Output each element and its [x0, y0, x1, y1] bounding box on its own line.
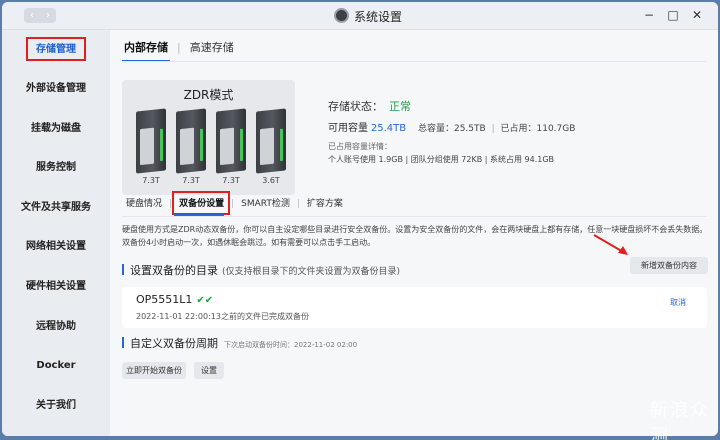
used-detail-label: 已占用容量详情： — [328, 142, 392, 151]
disk-size-label: 7.3T — [182, 176, 200, 185]
subtab-disk-status[interactable]: 硬盘情况 — [122, 194, 166, 214]
next-backup-time: 下次启动双备份时间：2022-11-02 02:00 — [224, 341, 358, 349]
settings-app-icon — [334, 8, 349, 23]
sidebar-item-docker[interactable]: Docker — [2, 355, 110, 377]
disk-icon — [216, 106, 246, 174]
nav-buttons: ‹ › — [24, 8, 56, 23]
close-icon[interactable]: ✕ — [690, 7, 704, 23]
sidebar-item-external-devices[interactable]: 外部设备管理 — [2, 78, 110, 100]
sidebar-item-remote-assist[interactable]: 远程协助 — [2, 316, 110, 338]
subtab-divider-line — [122, 216, 707, 217]
backup-dir-name: OP5551L1 — [136, 293, 193, 306]
schedule-title: 自定义双备份周期 — [130, 337, 218, 350]
backup-dir-name-row: OP5551L1 ✔✔ — [136, 293, 213, 306]
title-bar: ‹ › 系统设置 − □ ✕ — [2, 2, 718, 30]
sidebar-item-hardware[interactable]: 硬件相关设置 — [2, 276, 110, 298]
forward-arrow-icon[interactable]: › — [40, 8, 56, 23]
disk-size-label: 7.3T — [222, 176, 240, 185]
red-arrow-icon — [593, 234, 628, 255]
available-capacity-label: 可用容量 — [328, 123, 368, 134]
schedule-settings-button[interactable]: 设置 — [194, 362, 224, 379]
disk-icon — [136, 106, 166, 174]
storage-status-row: 存储状态： 正常 — [328, 98, 411, 114]
sidebar-item-services[interactable]: 服务控制 — [2, 157, 110, 179]
backup-dir-status: 2022-11-01 22:00:13之前的文件已完成双备份 — [136, 312, 309, 321]
storage-status-label: 存储状态： — [328, 100, 383, 113]
back-arrow-icon[interactable]: ‹ — [24, 8, 40, 23]
disk-panel: ZDR模式 7.3T 7.3T 7.3T 3.6T — [122, 80, 295, 195]
capacity-row: 可用容量 25.4TB 总容量：25.5TB | 已占用：110.7GB — [328, 123, 576, 134]
main-content: 内部存储 | 高速存储 ZDR模式 7.3T 7.3T 7.3T 3.6T 存储… — [110, 30, 718, 436]
minimize-icon[interactable]: − — [642, 7, 656, 23]
disk-icon — [176, 106, 206, 174]
highlight-box — [26, 37, 86, 61]
available-capacity-value: 25.4TB — [370, 123, 407, 134]
tab-divider: | — [177, 41, 181, 54]
sidebar-item-mount-disk[interactable]: 挂载为磁盘 — [2, 118, 110, 140]
active-subtab-indicator — [174, 214, 224, 216]
total-capacity: 总容量：25.5TB — [417, 124, 486, 134]
watermark: 新浪众测 — [650, 400, 710, 440]
tab-divider-line — [122, 61, 707, 62]
tab-high-speed-storage[interactable]: 高速存储 — [188, 40, 236, 62]
cancel-backup-link[interactable]: 取消 — [670, 297, 686, 308]
used-detail-value: 个人账号使用 1.9GB | 团队分组使用 72KB | 系统占用 94.1GB — [328, 155, 555, 164]
backup-dirs-title: 设置双备份的目录 — [130, 264, 218, 277]
backup-dirs-hint: (仅支持根目录下的文件夹设置为双备份目录) — [222, 267, 401, 277]
highlight-box — [172, 191, 230, 215]
add-backup-button[interactable]: 新增双备份内容 — [630, 257, 708, 274]
storage-tabs: 内部存储 | 高速存储 — [122, 40, 236, 62]
disk-size-label: 7.3T — [142, 176, 160, 185]
subtab-expansion[interactable]: 扩容方案 — [303, 194, 347, 214]
storage-mode-label: ZDR模式 — [183, 88, 234, 102]
backup-dirs-header: 设置双备份的目录 (仅支持根目录下的文件夹设置为双备份目录) — [122, 262, 400, 278]
backup-dir-item: OP5551L1 ✔✔ 2022-11-01 22:00:13之前的文件已完成双备… — [122, 287, 707, 328]
disk-size-label: 3.6T — [262, 176, 280, 185]
sidebar-item-about[interactable]: 关于我们 — [2, 395, 110, 417]
storage-subtabs: 硬盘情况 | 双备份设置 | SMART检测 | 扩容方案 — [122, 194, 347, 214]
disk-icon — [256, 106, 286, 174]
used-capacity: 已占用：110.7GB — [500, 124, 576, 134]
sidebar: 存储管理 外部设备管理 挂载为磁盘 服务控制 文件及共享服务 网络相关设置 硬件… — [2, 30, 110, 436]
settings-window: ‹ › 系统设置 − □ ✕ 存储管理 外部设备管理 挂载为磁盘 服务控制 文件… — [2, 2, 718, 436]
subtab-smart-check[interactable]: SMART检测 — [237, 194, 294, 214]
sidebar-item-network[interactable]: 网络相关设置 — [2, 236, 110, 258]
sidebar-item-file-sharing[interactable]: 文件及共享服务 — [2, 197, 110, 219]
check-icon: ✔✔ — [196, 295, 214, 306]
maximize-icon[interactable]: □ — [666, 7, 680, 23]
window-title: 系统设置 — [354, 10, 403, 24]
tab-internal-storage[interactable]: 内部存储 — [122, 40, 170, 62]
schedule-header: 自定义双备份周期 下次启动双备份时间：2022-11-02 02:00 — [122, 335, 357, 351]
window-controls: − □ ✕ — [642, 7, 704, 23]
start-backup-button[interactable]: 立即开始双备份 — [122, 362, 186, 379]
storage-status-value: 正常 — [389, 100, 411, 113]
